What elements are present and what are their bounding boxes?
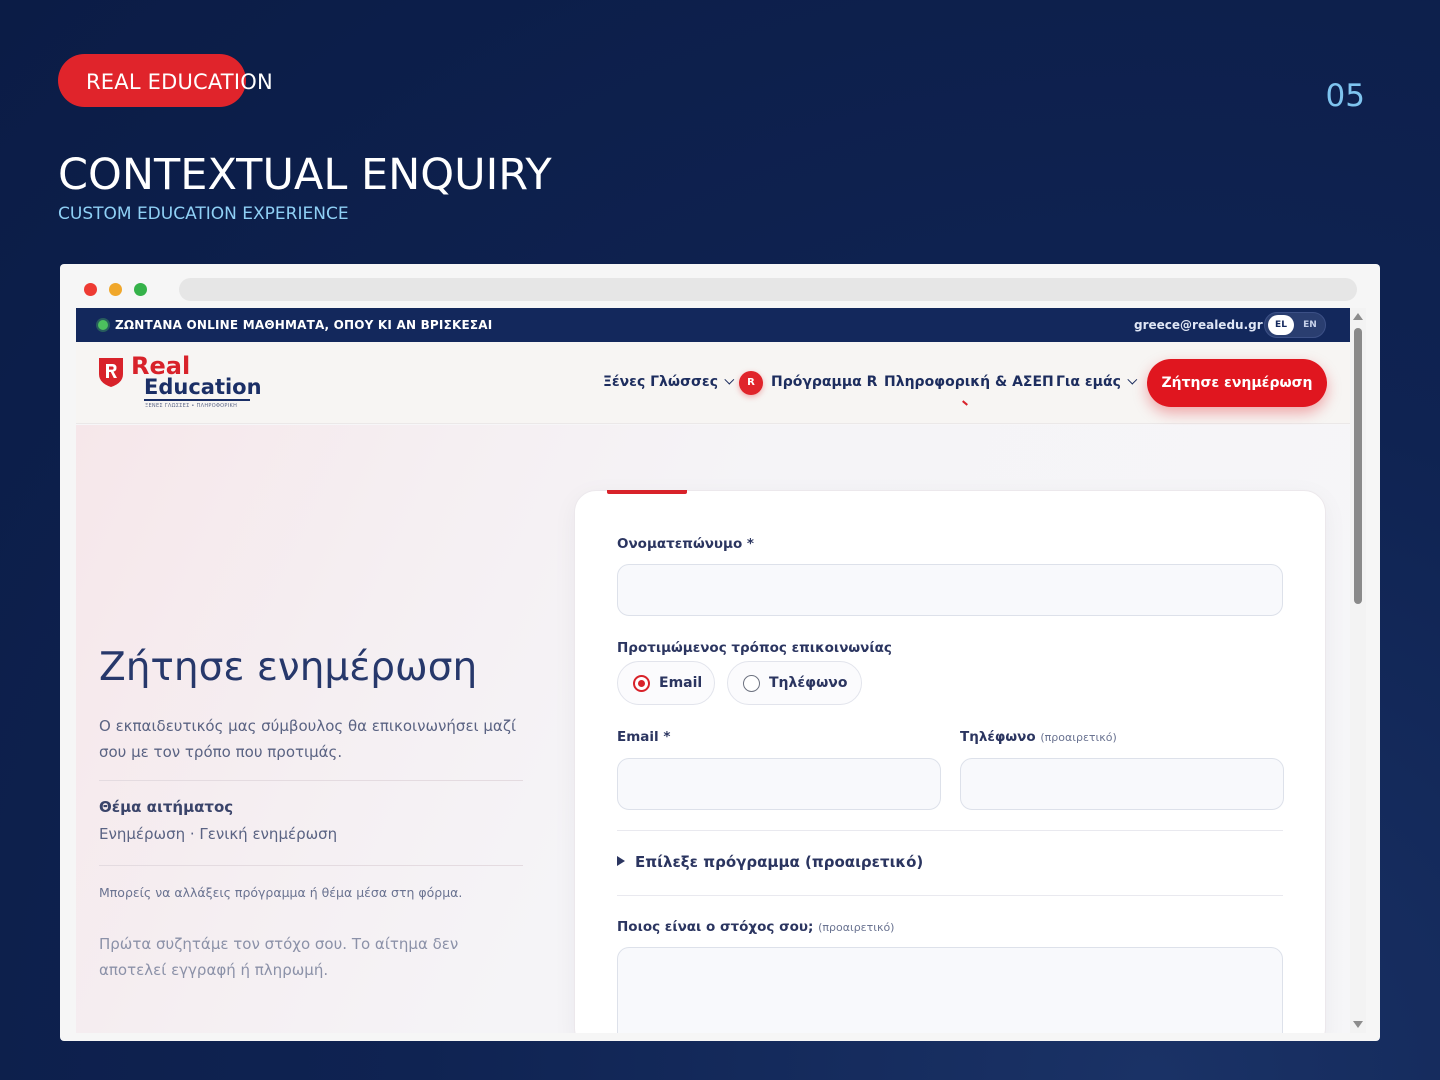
contact-phone-radio[interactable]: Τηλέφωνο (727, 661, 862, 705)
goal-optional-hint: (προαιρετικό) (818, 921, 895, 934)
site-navbar: Real Education ΞΕΝΕΣ ΓΛΩΣΣΕΣ • ΠΛΗΡΟΦΟΡΙ… (76, 342, 1350, 424)
nav-about-us[interactable]: Για εμάς (1056, 374, 1138, 390)
phone-optional-hint: (προαιρετικό) (1040, 731, 1117, 744)
enquiry-section: Ζήτησε ενημέρωση Ο εκπαιδευτικός μας σύμ… (76, 425, 1350, 1033)
disclaimer-note: Πρώτα συζητάμε τον στόχο σου. Το αίτημα … (99, 935, 459, 979)
announcement-bar: ΖΩΝΤΑΝΑ ONLINE ΜΑΘΗΜΑΤΑ, ΟΠΟΥ ΚΙ ΑΝ ΒΡΙΣ… (76, 308, 1350, 342)
slide-title: CONTEXTUAL ENQUIRY (58, 150, 552, 200)
enquiry-form: Ονοματεπώνυμο * Προτιμώμενος τρόπος επικ… (574, 490, 1326, 1033)
disclosure-triangle-icon (617, 856, 625, 866)
chevron-down-icon (1127, 374, 1138, 385)
slide-number: 05 (1325, 78, 1365, 114)
phone-input[interactable] (960, 758, 1284, 810)
window-maximize-dot[interactable] (134, 283, 147, 296)
divider (617, 830, 1283, 831)
scroll-up-arrow-icon[interactable] (1353, 313, 1363, 320)
divider (99, 780, 523, 781)
contact-phone-label: Τηλέφωνο (769, 675, 848, 691)
contact-email-label: Email (659, 675, 703, 691)
radio-unchecked-icon (743, 675, 760, 692)
card-accent-bar (607, 490, 687, 494)
logo-underline (144, 399, 250, 401)
fullname-label: Ονοματεπώνυμο * (617, 536, 754, 552)
address-bar[interactable] (179, 278, 1357, 301)
page-scrollbar[interactable] (1350, 308, 1366, 1033)
email-input[interactable] (617, 758, 941, 810)
topic-label: Θέμα αιτήματος (99, 798, 234, 816)
divider (99, 865, 523, 866)
page-viewport: ΖΩΝΤΑΝΑ ONLINE ΜΑΘΗΜΑΤΑ, ΟΠΟΥ ΚΙ ΑΝ ΒΡΙΣ… (76, 308, 1350, 1033)
radio-checked-icon (633, 675, 650, 692)
language-switch[interactable]: EL EN (1264, 312, 1326, 338)
nav-it-asep[interactable]: Πληροφορική & ΑΣΕΠ (884, 374, 1054, 390)
phone-label-text: Τηλέφωνο (960, 729, 1036, 745)
enquiry-description: Ο εκπαιδευτικός μας σύμβουλος θα επικοιν… (99, 717, 517, 761)
scroll-thumb[interactable] (1354, 328, 1362, 604)
enquiry-title: Ζήτησε ενημέρωση (99, 645, 478, 690)
nav-program-r[interactable]: Πρόγραμμα R (771, 374, 877, 390)
program-select-toggle[interactable]: Επίλεξε πρόγραμμα (προαιρετικό) (617, 853, 923, 871)
brand-label: REAL EDUCATION (86, 70, 273, 94)
request-info-button[interactable]: Ζήτησε ενημέρωση (1147, 359, 1327, 407)
topic-value: Ενημέρωση · Γενική ενημέρωση (99, 825, 338, 843)
phone-label: Τηλέφωνο (προαιρετικό) (960, 729, 1117, 745)
chevron-down-icon (724, 374, 735, 385)
scroll-down-arrow-icon[interactable] (1353, 1021, 1363, 1028)
lang-el-option[interactable]: EL (1268, 315, 1294, 335)
goal-textarea[interactable] (617, 947, 1283, 1033)
contact-email-link[interactable]: greece@realedu.gr (1134, 318, 1263, 332)
program-select-label: Επίλεξε πρόγραμμα (προαιρετικό) (635, 853, 924, 871)
live-indicator-icon (98, 320, 108, 330)
contact-email-radio[interactable]: Email (617, 661, 715, 705)
window-close-dot[interactable] (84, 283, 97, 296)
program-r-badge-icon: R (739, 371, 763, 395)
r-shield-icon[interactable] (98, 356, 124, 388)
window-minimize-dot[interactable] (109, 283, 122, 296)
nav-hover-mark (962, 400, 968, 406)
divider (617, 895, 1283, 896)
browser-window: ΖΩΝΤΑΝΑ ONLINE ΜΑΘΗΜΑΤΑ, ΟΠΟΥ ΚΙ ΑΝ ΒΡΙΣ… (60, 264, 1380, 1041)
goal-label: Ποιος είναι ο στόχος σου; (προαιρετικό) (617, 919, 894, 935)
lang-en-option[interactable]: EN (1299, 315, 1321, 335)
contact-preference-label: Προτιμώμενος τρόπος επικοινωνίας (617, 640, 892, 656)
change-note: Μπορείς να αλλάξεις πρόγραμμα ή θέμα μέσ… (99, 885, 463, 900)
email-label: Email * (617, 729, 671, 745)
nav-foreign-languages[interactable]: Ξένες Γλώσσες (603, 374, 735, 390)
nav-about-us-label: Για εμάς (1056, 374, 1121, 390)
fullname-input[interactable] (617, 564, 1283, 616)
slide-subtitle: CUSTOM EDUCATION EXPERIENCE (58, 204, 349, 224)
goal-label-text: Ποιος είναι ο στόχος σου; (617, 919, 814, 935)
logo-tagline: ΞΕΝΕΣ ΓΛΩΣΣΕΣ • ΠΛΗΡΟΦΟΡΙΚΗ (145, 403, 238, 409)
logo-education-text[interactable]: Education (144, 375, 262, 399)
nav-foreign-languages-label: Ξένες Γλώσσες (603, 374, 718, 390)
announcement-text: ΖΩΝΤΑΝΑ ONLINE ΜΑΘΗΜΑΤΑ, ΟΠΟΥ ΚΙ ΑΝ ΒΡΙΣ… (115, 318, 493, 332)
